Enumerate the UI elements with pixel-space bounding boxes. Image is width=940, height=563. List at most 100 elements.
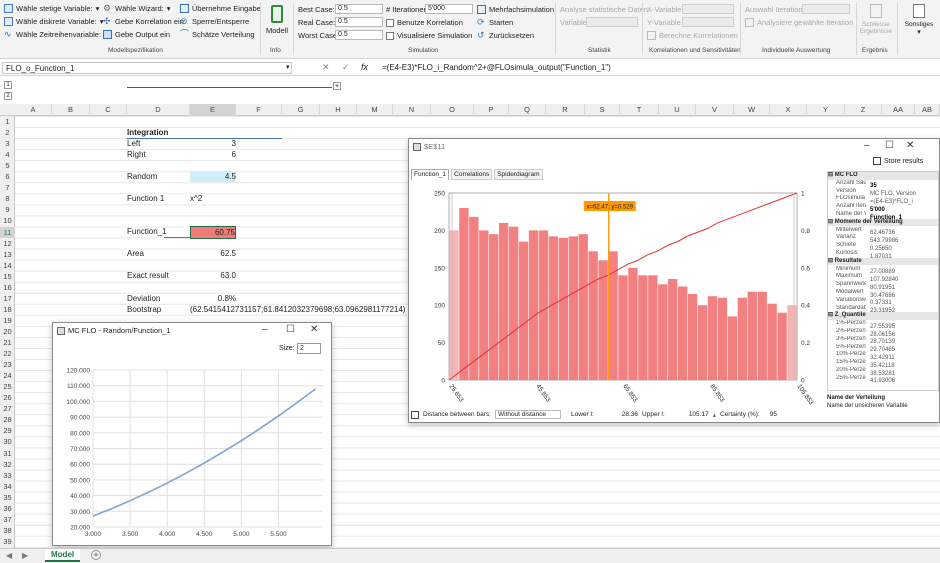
function1-value-selected[interactable]: 60.75: [190, 226, 236, 239]
column-header-p[interactable]: P: [474, 104, 509, 116]
select-continuous-variable-button[interactable]: Wähle stetige Variable: ▾: [4, 4, 99, 13]
row-header-11[interactable]: 11: [0, 226, 15, 238]
row-header-27[interactable]: 27: [0, 403, 15, 414]
column-header-d[interactable]: D: [127, 104, 190, 116]
area-value[interactable]: 62.5: [190, 248, 236, 259]
random-value[interactable]: 4.5: [190, 171, 236, 182]
row-header-38[interactable]: 38: [0, 525, 15, 536]
row-header-26[interactable]: 26: [0, 392, 15, 403]
select-discrete-variable-button[interactable]: Wähle diskrete Variable: ▾: [4, 17, 104, 26]
row-header-29[interactable]: 29: [0, 425, 15, 436]
close-icon[interactable]: ✕: [310, 324, 318, 335]
enter-output-button[interactable]: Gebe Output ein: [103, 30, 170, 39]
row-header-15[interactable]: 15: [0, 271, 15, 282]
deviation-value[interactable]: 0.8%: [190, 293, 236, 304]
name-box-dropdown-icon[interactable]: ▾: [286, 63, 290, 71]
column-header-y[interactable]: Y: [807, 104, 845, 116]
y-variable-dropdown[interactable]: [682, 17, 734, 27]
enter-correlation-button[interactable]: ✣ Gebe Korrelation ein: [103, 17, 184, 27]
row-header-2[interactable]: 2: [0, 127, 15, 138]
outline-level-2-button[interactable]: 2: [4, 92, 12, 100]
row-header-21[interactable]: 21: [0, 337, 15, 348]
function-value[interactable]: x^2: [190, 193, 202, 204]
histogram-window[interactable]: $E$11 – ☐ ✕ Store results Function_1 Cor…: [408, 138, 940, 423]
row-header-22[interactable]: 22: [0, 348, 15, 359]
row-header-5[interactable]: 5: [0, 160, 15, 171]
right-value[interactable]: 6: [190, 149, 236, 160]
row-header-16[interactable]: 16: [0, 282, 15, 293]
misc-button[interactable]: Sonstiges ▾: [900, 4, 938, 36]
scroll-right-icon[interactable]: ▶: [22, 551, 28, 560]
add-sheet-icon[interactable]: +: [91, 550, 101, 560]
distance-dropdown[interactable]: Without distance: [494, 410, 561, 419]
row-header-35[interactable]: 35: [0, 492, 15, 503]
name-box[interactable]: FLO_o_Function_1: [2, 62, 292, 74]
row-header-39[interactable]: 39: [0, 536, 15, 547]
worst-case-input[interactable]: 0.5: [335, 30, 383, 40]
column-header-ab[interactable]: AB: [915, 104, 940, 116]
maximize-icon[interactable]: ☐: [286, 324, 295, 335]
reset-button[interactable]: ↺ Zurücksetzen: [477, 31, 534, 41]
row-header-18[interactable]: 18: [0, 304, 15, 315]
row-header-34[interactable]: 34: [0, 481, 15, 492]
column-header-f[interactable]: F: [236, 104, 282, 116]
column-header-z[interactable]: Z: [845, 104, 882, 116]
column-header-b[interactable]: B: [52, 104, 90, 116]
chart-settings-icon[interactable]: [411, 410, 419, 419]
best-case-input[interactable]: 0.5: [335, 4, 383, 14]
column-header-q[interactable]: Q: [509, 104, 546, 116]
close-icon[interactable]: ✕: [906, 140, 914, 151]
column-header-w[interactable]: W: [734, 104, 770, 116]
row-header-23[interactable]: 23: [0, 359, 15, 370]
x-variable-dropdown[interactable]: [682, 4, 734, 14]
row-header-25[interactable]: 25: [0, 381, 15, 392]
exact-value[interactable]: 63.0: [190, 270, 236, 281]
cancel-icon[interactable]: ✕: [322, 62, 330, 73]
row-header-20[interactable]: 20: [0, 326, 15, 337]
iteration-input[interactable]: [802, 4, 850, 14]
row-header-33[interactable]: 33: [0, 470, 15, 481]
row-header-4[interactable]: 4: [0, 149, 15, 160]
tab-correlations[interactable]: Correlations: [451, 169, 493, 180]
row-header-17[interactable]: 17: [0, 293, 15, 304]
column-header-v[interactable]: V: [696, 104, 734, 116]
column-header-e[interactable]: E: [190, 104, 236, 116]
column-header-o[interactable]: O: [431, 104, 474, 116]
column-header-c[interactable]: C: [90, 104, 127, 116]
store-results-button[interactable]: Store results: [873, 157, 923, 165]
column-header-t[interactable]: T: [620, 104, 659, 116]
analyse-iteration-button[interactable]: Analysiere gewählte Iteration: [745, 18, 853, 27]
lock-unlock-button[interactable]: ⊘ Sperre/Entsperre: [180, 17, 249, 27]
tab-spiderdiagram[interactable]: Spiderdiagram: [494, 169, 543, 180]
start-button[interactable]: ⟳ Starten: [477, 18, 513, 28]
use-correlation-checkbox[interactable]: Benutze Korrelation: [386, 18, 463, 27]
column-header-m[interactable]: M: [357, 104, 393, 116]
plot-window-titlebar[interactable]: MC FLO - Random/Function_1 – ☐ ✕: [53, 323, 331, 339]
row-header-9[interactable]: 9: [0, 204, 15, 215]
tab-function-1[interactable]: Function_1: [411, 169, 450, 180]
variable-dropdown[interactable]: [586, 17, 638, 27]
column-header-n[interactable]: N: [393, 104, 431, 116]
scroll-left-icon[interactable]: ◀: [6, 551, 12, 560]
upper-limit-value[interactable]: 105.17: [689, 411, 709, 418]
apply-input-button[interactable]: Übernehme Eingabe: [180, 4, 261, 13]
column-header-u[interactable]: U: [659, 104, 696, 116]
row-header-1[interactable]: 1: [0, 116, 15, 127]
column-header-g[interactable]: G: [282, 104, 320, 116]
row-header-36[interactable]: 36: [0, 503, 15, 514]
visualize-simulation-checkbox[interactable]: Visualisiere Simulation: [386, 31, 472, 40]
row-header-32[interactable]: 32: [0, 459, 15, 470]
histogram-window-titlebar[interactable]: $E$11 – ☐ ✕: [409, 139, 939, 155]
sheet-tab-model[interactable]: Model: [45, 549, 81, 562]
row-header-6[interactable]: 6: [0, 171, 15, 182]
compute-correlations-button[interactable]: Berechne Korrelationen: [647, 31, 738, 40]
plot-window[interactable]: MC FLO - Random/Function_1 – ☐ ✕ Size: 2…: [52, 322, 332, 546]
iterations-input[interactable]: 5'000: [425, 4, 473, 14]
certainty-value[interactable]: 95: [770, 411, 777, 418]
estimate-distribution-button[interactable]: ⌒ Schätze Verteilung: [180, 30, 255, 40]
row-header-13[interactable]: 13: [0, 249, 15, 260]
row-header-7[interactable]: 7: [0, 182, 15, 193]
column-header-r[interactable]: R: [546, 104, 585, 116]
confirm-icon[interactable]: ✓: [342, 62, 350, 73]
real-case-input[interactable]: 0.5: [335, 17, 383, 27]
